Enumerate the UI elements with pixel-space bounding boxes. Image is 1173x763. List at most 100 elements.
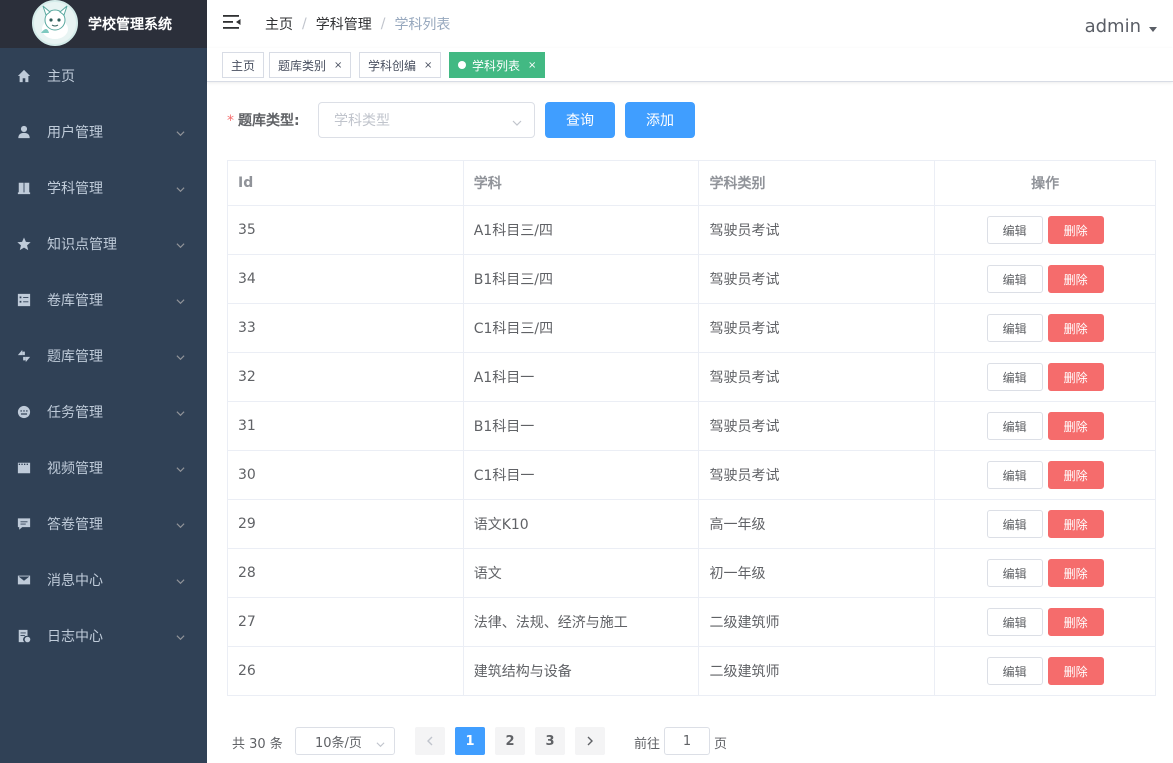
checklist-icon bbox=[17, 293, 31, 307]
edit-button[interactable]: 编辑 bbox=[986, 412, 1043, 440]
edit-button[interactable]: 编辑 bbox=[986, 314, 1043, 342]
delete-button[interactable]: 删除 bbox=[1047, 216, 1104, 244]
cell-category: 驾驶员考试 bbox=[698, 205, 936, 255]
sidebar-item-messages[interactable]: 消息中心 bbox=[0, 552, 207, 608]
sidebar-item-logs[interactable]: 日志中心 bbox=[0, 608, 207, 664]
active-dot-icon bbox=[458, 61, 466, 69]
sidebar-item-label: 题库管理 bbox=[47, 349, 103, 365]
home-icon bbox=[17, 69, 31, 83]
log-icon bbox=[17, 629, 31, 643]
delete-button[interactable]: 删除 bbox=[1047, 412, 1104, 440]
sidebar-item-paper-bank[interactable]: 卷库管理 bbox=[0, 272, 207, 328]
pagination-total: 共 30 条 bbox=[232, 737, 283, 752]
cell-category: 驾驶员考试 bbox=[698, 254, 936, 304]
chevron-left-icon bbox=[427, 736, 433, 746]
keyboard-icon bbox=[17, 405, 31, 419]
next-page-button[interactable] bbox=[575, 727, 605, 755]
cell-category: 驾驶员考试 bbox=[698, 352, 936, 402]
subject-type-select[interactable]: 学科类型 bbox=[318, 102, 535, 138]
delete-button[interactable]: 删除 bbox=[1047, 265, 1104, 293]
hamburger-icon[interactable] bbox=[223, 14, 241, 30]
tag-question-category[interactable]: 题库类别 × bbox=[269, 52, 352, 78]
sidebar-item-knowledge[interactable]: 知识点管理 bbox=[0, 216, 207, 272]
page-button-2[interactable]: 2 bbox=[495, 727, 525, 755]
mail-icon bbox=[17, 573, 31, 587]
close-icon[interactable]: × bbox=[528, 60, 536, 71]
cell-id: 28 bbox=[227, 548, 464, 598]
user-dropdown[interactable]: admin bbox=[1085, 16, 1157, 37]
cell-id: 32 bbox=[227, 352, 464, 402]
column-header-category: 学科类别 bbox=[698, 160, 936, 206]
sidebar-item-label: 卷库管理 bbox=[47, 293, 103, 309]
sidebar-item-label: 答卷管理 bbox=[47, 517, 103, 533]
chevron-down-icon bbox=[176, 574, 185, 585]
sidebar-item-subjects[interactable]: 学科管理 bbox=[0, 160, 207, 216]
delete-button[interactable]: 删除 bbox=[1047, 461, 1104, 489]
page-size-select[interactable]: 10条/页 bbox=[295, 727, 395, 755]
add-button[interactable]: 添加 bbox=[625, 102, 695, 138]
delete-button[interactable]: 删除 bbox=[1047, 363, 1104, 391]
sidebar-item-tasks[interactable]: 任务管理 bbox=[0, 384, 207, 440]
tag-label: 主页 bbox=[231, 58, 256, 73]
delete-button[interactable]: 删除 bbox=[1047, 657, 1104, 685]
sidebar-item-answer-sheets[interactable]: 答卷管理 bbox=[0, 496, 207, 552]
top-navbar: 主页 / 学科管理 / 学科列表 admin bbox=[207, 0, 1173, 48]
sidebar-item-question-bank[interactable]: 题库管理 bbox=[0, 328, 207, 384]
edit-button[interactable]: 编辑 bbox=[986, 461, 1043, 489]
table-row: 35 A1科目三/四 驾驶员考试 编辑 删除 bbox=[227, 205, 1156, 255]
close-icon[interactable]: × bbox=[424, 60, 432, 71]
tag-label: 学科创编 bbox=[368, 58, 417, 73]
prev-page-button[interactable] bbox=[415, 727, 445, 755]
tag-label: 题库类别 bbox=[278, 58, 327, 73]
cell-id: 33 bbox=[227, 303, 464, 353]
tag-home[interactable]: 主页 bbox=[222, 52, 265, 78]
tag-subject-list[interactable]: 学科列表 × bbox=[449, 52, 546, 78]
edit-button[interactable]: 编辑 bbox=[986, 510, 1043, 538]
filter-label: * 题库类型: bbox=[227, 110, 318, 130]
breadcrumb-home[interactable]: 主页 bbox=[265, 14, 293, 34]
delete-button[interactable]: 删除 bbox=[1047, 510, 1104, 538]
edit-button[interactable]: 编辑 bbox=[986, 559, 1043, 587]
close-icon[interactable]: × bbox=[334, 60, 342, 71]
sidebar-item-videos[interactable]: 视频管理 bbox=[0, 440, 207, 496]
book-icon bbox=[17, 181, 31, 195]
edit-button[interactable]: 编辑 bbox=[986, 216, 1043, 244]
cell-id: 26 bbox=[227, 646, 464, 696]
tag-subject-create[interactable]: 学科创编 × bbox=[359, 52, 442, 78]
table-header-row: Id 学科 学科类别 操作 bbox=[227, 160, 1156, 206]
query-button[interactable]: 查询 bbox=[545, 102, 615, 138]
chevron-down-icon bbox=[176, 630, 185, 641]
column-header-id: Id bbox=[227, 160, 464, 206]
goto-page-input[interactable]: 1 bbox=[664, 727, 710, 755]
cell-category: 二级建筑师 bbox=[698, 646, 936, 696]
edit-button[interactable]: 编辑 bbox=[986, 657, 1043, 685]
breadcrumb-subject-management[interactable]: 学科管理 bbox=[316, 14, 372, 34]
sidebar-item-users[interactable]: 用户管理 bbox=[0, 104, 207, 160]
cell-actions: 编辑 删除 bbox=[934, 499, 1156, 549]
delete-button[interactable]: 删除 bbox=[1047, 608, 1104, 636]
sidebar-item-label: 消息中心 bbox=[47, 573, 103, 589]
edit-button[interactable]: 编辑 bbox=[986, 265, 1043, 293]
sidebar: 学校管理系统 主页 用户管理 学科管理 知识点管理 卷库管理 题库管理 任务管理… bbox=[0, 0, 207, 763]
caret-down-icon bbox=[1149, 27, 1157, 32]
sidebar-item-home[interactable]: 主页 bbox=[0, 48, 207, 104]
cell-category: 驾驶员考试 bbox=[698, 450, 936, 500]
cell-subject: 语文 bbox=[462, 548, 700, 598]
film-icon bbox=[17, 461, 31, 475]
delete-button[interactable]: 删除 bbox=[1047, 314, 1104, 342]
table-row: 26 建筑结构与设备 二级建筑师 编辑 删除 bbox=[227, 646, 1156, 696]
app-logo bbox=[32, 0, 78, 46]
cell-id: 27 bbox=[227, 597, 464, 647]
page-button-1[interactable]: 1 bbox=[455, 727, 485, 755]
edit-button[interactable]: 编辑 bbox=[986, 608, 1043, 636]
cell-subject: C1科目一 bbox=[462, 450, 700, 500]
table-row: 31 B1科目一 驾驶员考试 编辑 删除 bbox=[227, 401, 1156, 451]
page-button-3[interactable]: 3 bbox=[535, 727, 565, 755]
delete-button[interactable]: 删除 bbox=[1047, 559, 1104, 587]
edit-button[interactable]: 编辑 bbox=[986, 363, 1043, 391]
cell-actions: 编辑 删除 bbox=[934, 205, 1156, 255]
app-title: 学校管理系统 bbox=[88, 17, 172, 33]
sort-icon bbox=[17, 349, 31, 363]
cell-actions: 编辑 删除 bbox=[934, 303, 1156, 353]
cell-subject: 法律、法规、经济与施工 bbox=[462, 597, 700, 647]
